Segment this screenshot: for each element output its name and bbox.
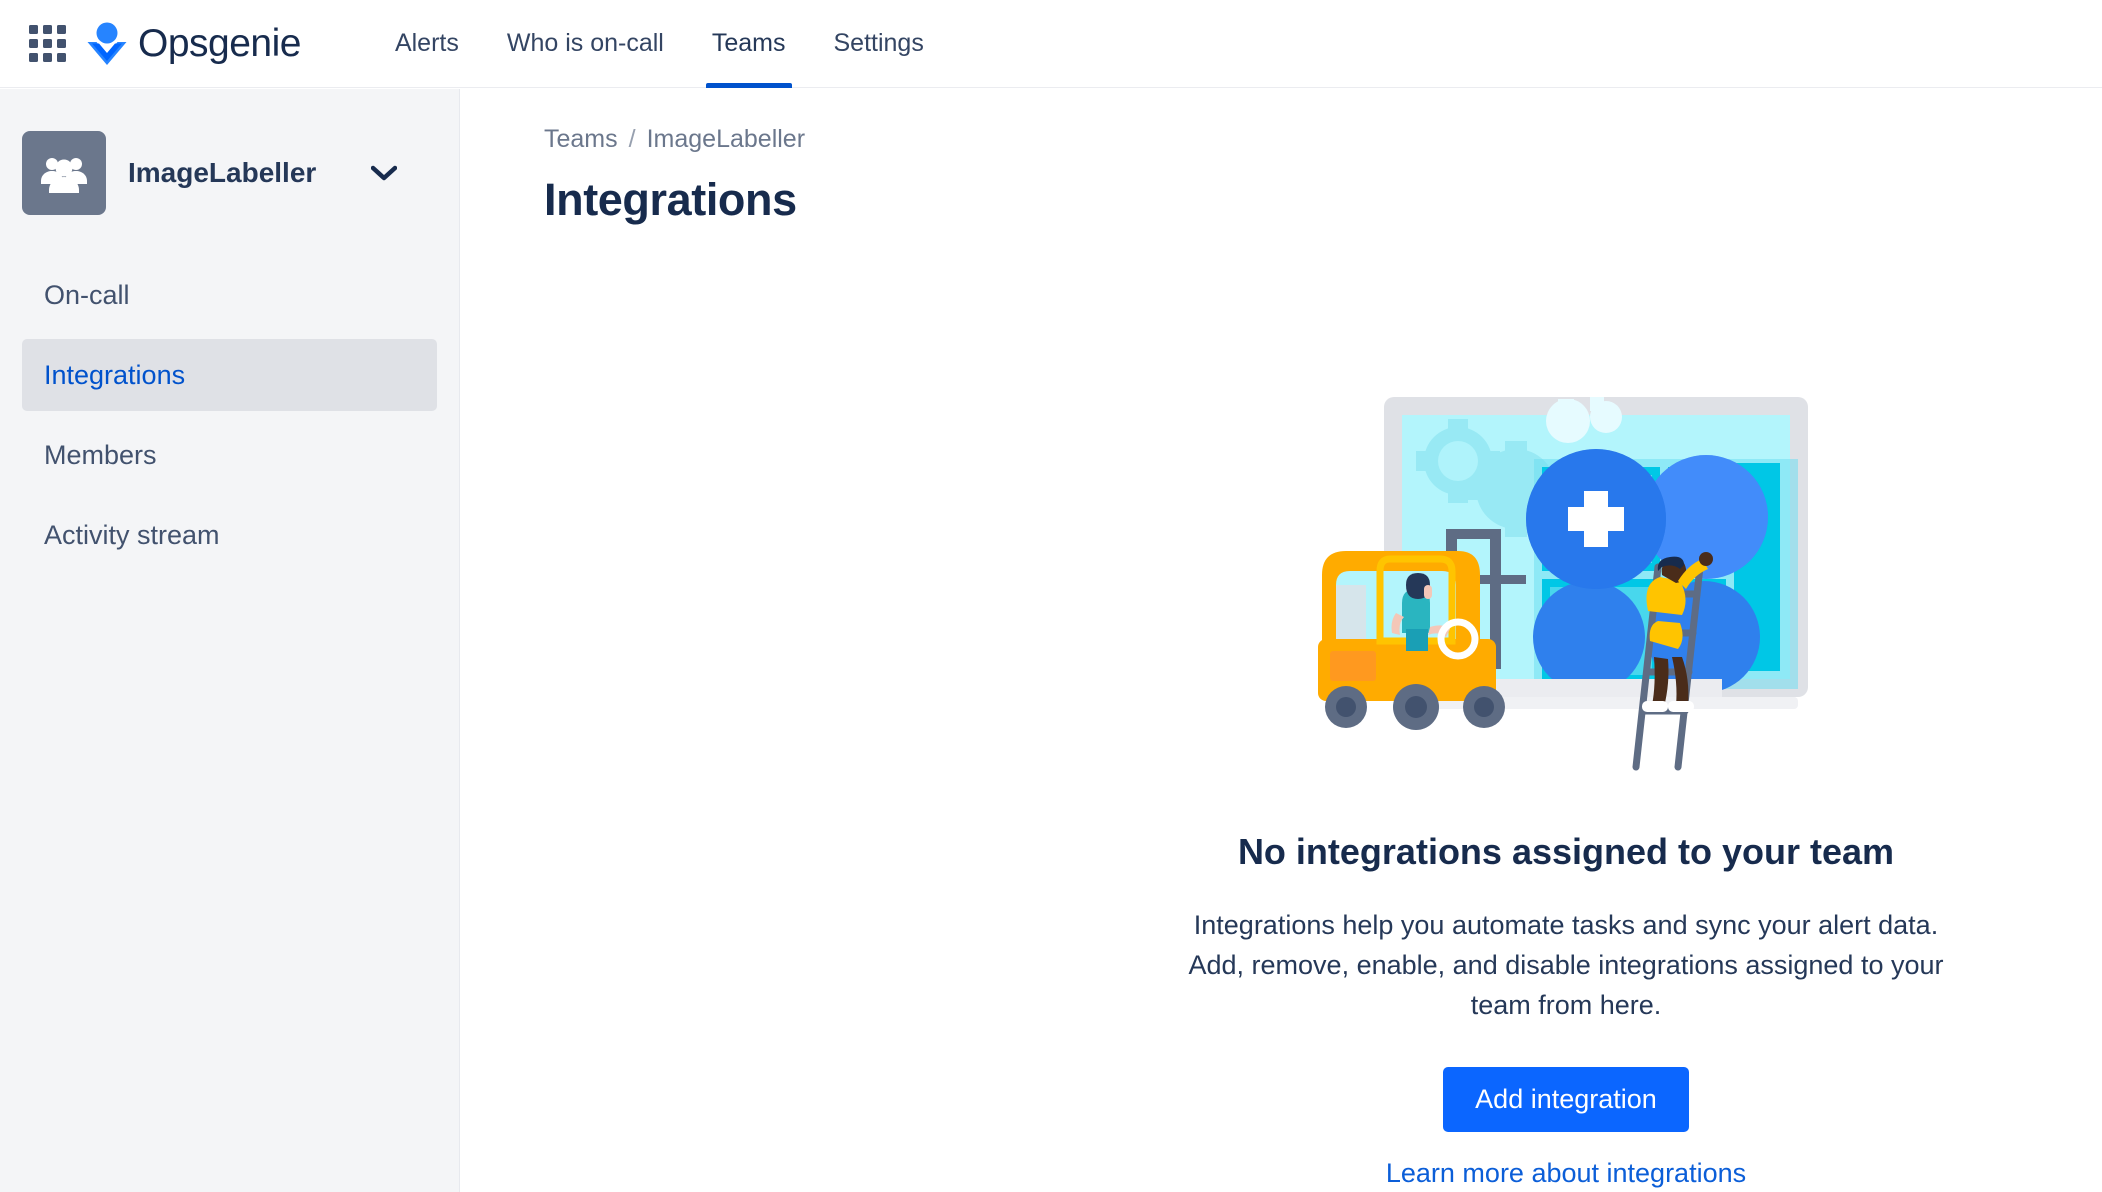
main-content: Teams / ImageLabeller Integrations No in… <box>461 89 2102 1192</box>
brand-home-link[interactable]: Opsgenie <box>86 22 301 66</box>
sidebar-item-activity-stream[interactable]: Activity stream <box>22 499 437 571</box>
breadcrumb-current-team: ImageLabeller <box>646 125 806 153</box>
team-sidebar: ImageLabeller On-call Integrations Membe… <box>0 89 460 1192</box>
grid-dot <box>28 25 38 34</box>
breadcrumb-separator: / <box>628 125 636 153</box>
grid-dot <box>28 53 38 62</box>
empty-state-description: Integrations help you automate tasks and… <box>1188 910 1944 1020</box>
grid-apps-icon[interactable] <box>24 21 70 67</box>
learn-more-about-integrations-link[interactable]: Learn more about integrations <box>1386 1158 1746 1189</box>
top-navigation-bar: Opsgenie Alerts Who is on-call Teams Set… <box>0 0 2102 88</box>
empty-state-title: No integrations assigned to your team <box>1237 831 1895 872</box>
grid-dot <box>42 53 52 62</box>
team-name: ImageLabeller <box>128 157 317 188</box>
breadcrumb: Teams / ImageLabeller <box>544 125 2102 154</box>
empty-state: No integrations assigned to your team In… <box>1171 389 1961 1189</box>
sidebar-item-members[interactable]: Members <box>22 419 437 491</box>
add-integration-button[interactable]: Add integration <box>1443 1067 1689 1132</box>
grid-dot <box>56 25 66 34</box>
sidebar-item-on-call[interactable]: On-call <box>22 259 437 331</box>
sidebar-item-integrations[interactable]: Integrations <box>22 339 437 411</box>
grid-dot <box>56 53 66 62</box>
grid-dot <box>42 25 52 34</box>
brand-name: Opsgenie <box>138 21 301 65</box>
nav-link-teams[interactable]: Teams <box>688 0 810 88</box>
grid-dot <box>56 39 66 48</box>
page-title: Integrations <box>544 174 797 225</box>
breadcrumb-teams-link[interactable]: Teams <box>544 125 618 154</box>
nav-link-alerts[interactable]: Alerts <box>371 0 483 88</box>
team-nav-list: On-call Integrations Members Activity st… <box>0 259 459 571</box>
grid-dot <box>28 39 38 48</box>
team-switcher[interactable]: ImageLabeller <box>0 89 459 215</box>
nav-link-who-is-on-call[interactable]: Who is on-call <box>483 0 688 88</box>
people-group-icon <box>41 158 87 193</box>
grid-dot <box>42 39 52 48</box>
nav-link-settings[interactable]: Settings <box>810 0 948 88</box>
chevron-down-icon[interactable] <box>371 165 397 181</box>
integrations-empty-illustration <box>1318 397 1808 771</box>
opsgenie-logo-icon <box>87 22 127 65</box>
primary-nav: Alerts Who is on-call Teams Settings <box>371 0 948 88</box>
avatar <box>22 131 106 215</box>
